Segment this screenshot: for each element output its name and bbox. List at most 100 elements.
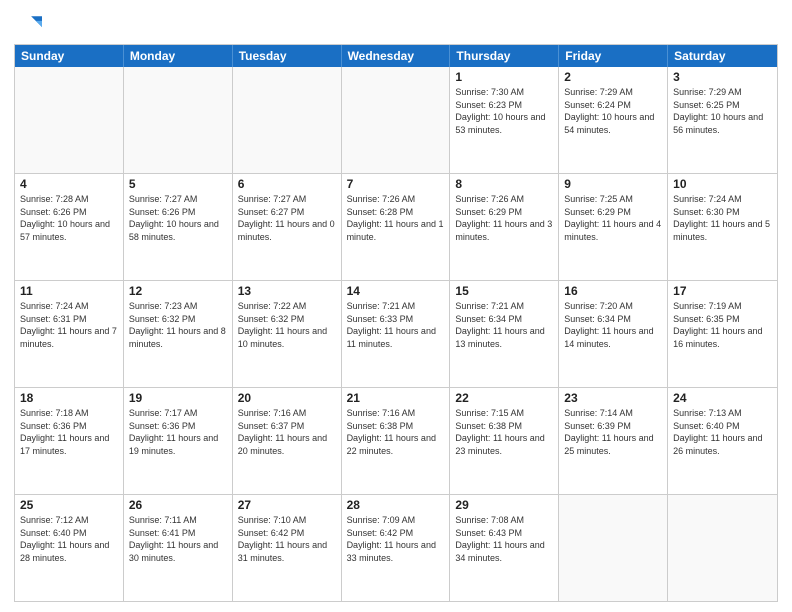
day-info: Sunrise: 7:27 AMSunset: 6:27 PMDaylight:… (238, 193, 336, 243)
weekday-header: Sunday (15, 45, 124, 67)
logo (14, 10, 46, 38)
day-number: 17 (673, 284, 772, 298)
calendar-row: 11Sunrise: 7:24 AMSunset: 6:31 PMDayligh… (15, 280, 777, 387)
calendar-cell: 3 Sunrise: 7:29 AMSunset: 6:25 PMDaylight… (668, 67, 777, 173)
day-info: Sunrise: 7:25 AMSunset: 6:29 PMDaylight:… (564, 193, 662, 243)
weekday-header: Friday (559, 45, 668, 67)
day-number: 3 (673, 70, 772, 84)
day-number: 6 (238, 177, 336, 191)
day-number: 23 (564, 391, 662, 405)
calendar-cell: 28Sunrise: 7:09 AMSunset: 6:42 PMDayligh… (342, 495, 451, 601)
calendar-cell: 7Sunrise: 7:26 AMSunset: 6:28 PMDaylight… (342, 174, 451, 280)
day-info: Sunrise: 7:29 AMSunset: 6:25 PMDaylight:… (673, 86, 772, 136)
calendar-cell: 8 Sunrise: 7:26 AMSunset: 6:29 PMDaylight… (450, 174, 559, 280)
day-info: Sunrise: 7:12 AMSunset: 6:40 PMDaylight:… (20, 514, 118, 564)
day-info: Sunrise: 7:29 AMSunset: 6:24 PMDaylight:… (564, 86, 662, 136)
calendar-cell: 22 Sunrise: 7:15 AMSunset: 6:38 PMDayligh… (450, 388, 559, 494)
calendar-cell: 5 Sunrise: 7:27 AMSunset: 6:26 PMDaylight… (124, 174, 233, 280)
calendar-cell: 19Sunrise: 7:17 AMSunset: 6:36 PMDayligh… (124, 388, 233, 494)
calendar-cell: 25 Sunrise: 7:12 AMSunset: 6:40 PMDayligh… (15, 495, 124, 601)
calendar-cell: 26 Sunrise: 7:11 AMSunset: 6:41 PMDayligh… (124, 495, 233, 601)
calendar-cell (559, 495, 668, 601)
calendar-cell: 21Sunrise: 7:16 AMSunset: 6:38 PMDayligh… (342, 388, 451, 494)
day-info: Sunrise: 7:24 AMSunset: 6:30 PMDaylight:… (673, 193, 772, 243)
weekday-header: Tuesday (233, 45, 342, 67)
calendar-cell (124, 67, 233, 173)
day-info: Sunrise: 7:10 AMSunset: 6:42 PMDaylight:… (238, 514, 336, 564)
day-number: 21 (347, 391, 445, 405)
page: SundayMondayTuesdayWednesdayThursdayFrid… (0, 0, 792, 612)
day-number: 10 (673, 177, 772, 191)
day-number: 16 (564, 284, 662, 298)
calendar-cell (668, 495, 777, 601)
calendar-cell (233, 67, 342, 173)
calendar-cell: 27 Sunrise: 7:10 AMSunset: 6:42 PMDayligh… (233, 495, 342, 601)
calendar-row: 18 Sunrise: 7:18 AMSunset: 6:36 PMDayligh… (15, 387, 777, 494)
weekday-header: Saturday (668, 45, 777, 67)
day-info: Sunrise: 7:28 AMSunset: 6:26 PMDaylight:… (20, 193, 118, 243)
calendar-cell: 16 Sunrise: 7:20 AMSunset: 6:34 PMDayligh… (559, 281, 668, 387)
calendar-cell: 4 Sunrise: 7:28 AMSunset: 6:26 PMDaylight… (15, 174, 124, 280)
calendar-cell: 9 Sunrise: 7:25 AMSunset: 6:29 PMDaylight… (559, 174, 668, 280)
day-number: 2 (564, 70, 662, 84)
day-info: Sunrise: 7:30 AMSunset: 6:23 PMDaylight:… (455, 86, 553, 136)
calendar-cell: 15 Sunrise: 7:21 AMSunset: 6:34 PMDayligh… (450, 281, 559, 387)
weekday-header: Wednesday (342, 45, 451, 67)
day-number: 24 (673, 391, 772, 405)
weekday-header: Thursday (450, 45, 559, 67)
calendar-cell: 11Sunrise: 7:24 AMSunset: 6:31 PMDayligh… (15, 281, 124, 387)
day-info: Sunrise: 7:13 AMSunset: 6:40 PMDaylight:… (673, 407, 772, 457)
calendar-row: 1Sunrise: 7:30 AMSunset: 6:23 PMDaylight… (15, 67, 777, 173)
day-number: 4 (20, 177, 118, 191)
calendar-cell: 12 Sunrise: 7:23 AMSunset: 6:32 PMDayligh… (124, 281, 233, 387)
day-info: Sunrise: 7:18 AMSunset: 6:36 PMDaylight:… (20, 407, 118, 457)
calendar-cell: 20 Sunrise: 7:16 AMSunset: 6:37 PMDayligh… (233, 388, 342, 494)
weekday-header: Monday (124, 45, 233, 67)
day-info: Sunrise: 7:23 AMSunset: 6:32 PMDaylight:… (129, 300, 227, 350)
calendar: SundayMondayTuesdayWednesdayThursdayFrid… (14, 44, 778, 602)
day-info: Sunrise: 7:21 AMSunset: 6:33 PMDaylight:… (347, 300, 445, 350)
day-number: 22 (455, 391, 553, 405)
header (14, 10, 778, 38)
day-info: Sunrise: 7:27 AMSunset: 6:26 PMDaylight:… (129, 193, 227, 243)
day-info: Sunrise: 7:22 AMSunset: 6:32 PMDaylight:… (238, 300, 336, 350)
day-info: Sunrise: 7:14 AMSunset: 6:39 PMDaylight:… (564, 407, 662, 457)
day-info: Sunrise: 7:21 AMSunset: 6:34 PMDaylight:… (455, 300, 553, 350)
day-number: 7 (347, 177, 445, 191)
day-number: 26 (129, 498, 227, 512)
calendar-cell: 23 Sunrise: 7:14 AMSunset: 6:39 PMDayligh… (559, 388, 668, 494)
day-info: Sunrise: 7:09 AMSunset: 6:42 PMDaylight:… (347, 514, 445, 564)
day-number: 27 (238, 498, 336, 512)
day-number: 12 (129, 284, 227, 298)
day-number: 29 (455, 498, 553, 512)
day-number: 11 (20, 284, 118, 298)
day-info: Sunrise: 7:26 AMSunset: 6:29 PMDaylight:… (455, 193, 553, 243)
day-number: 15 (455, 284, 553, 298)
calendar-cell: 13 Sunrise: 7:22 AMSunset: 6:32 PMDayligh… (233, 281, 342, 387)
calendar-header-row: SundayMondayTuesdayWednesdayThursdayFrid… (15, 45, 777, 67)
day-info: Sunrise: 7:20 AMSunset: 6:34 PMDaylight:… (564, 300, 662, 350)
calendar-cell: 29 Sunrise: 7:08 AMSunset: 6:43 PMDayligh… (450, 495, 559, 601)
day-number: 18 (20, 391, 118, 405)
day-number: 8 (455, 177, 553, 191)
calendar-cell: 10 Sunrise: 7:24 AMSunset: 6:30 PMDayligh… (668, 174, 777, 280)
day-info: Sunrise: 7:15 AMSunset: 6:38 PMDaylight:… (455, 407, 553, 457)
day-number: 14 (347, 284, 445, 298)
day-info: Sunrise: 7:19 AMSunset: 6:35 PMDaylight:… (673, 300, 772, 350)
calendar-row: 4 Sunrise: 7:28 AMSunset: 6:26 PMDaylight… (15, 173, 777, 280)
calendar-cell (15, 67, 124, 173)
day-info: Sunrise: 7:17 AMSunset: 6:36 PMDaylight:… (129, 407, 227, 457)
day-number: 9 (564, 177, 662, 191)
day-info: Sunrise: 7:16 AMSunset: 6:37 PMDaylight:… (238, 407, 336, 457)
day-number: 5 (129, 177, 227, 191)
day-info: Sunrise: 7:08 AMSunset: 6:43 PMDaylight:… (455, 514, 553, 564)
calendar-body: 1Sunrise: 7:30 AMSunset: 6:23 PMDaylight… (15, 67, 777, 601)
calendar-cell (342, 67, 451, 173)
calendar-row: 25 Sunrise: 7:12 AMSunset: 6:40 PMDayligh… (15, 494, 777, 601)
day-info: Sunrise: 7:11 AMSunset: 6:41 PMDaylight:… (129, 514, 227, 564)
calendar-cell: 17 Sunrise: 7:19 AMSunset: 6:35 PMDayligh… (668, 281, 777, 387)
day-number: 25 (20, 498, 118, 512)
calendar-cell: 18 Sunrise: 7:18 AMSunset: 6:36 PMDayligh… (15, 388, 124, 494)
day-number: 13 (238, 284, 336, 298)
day-number: 20 (238, 391, 336, 405)
